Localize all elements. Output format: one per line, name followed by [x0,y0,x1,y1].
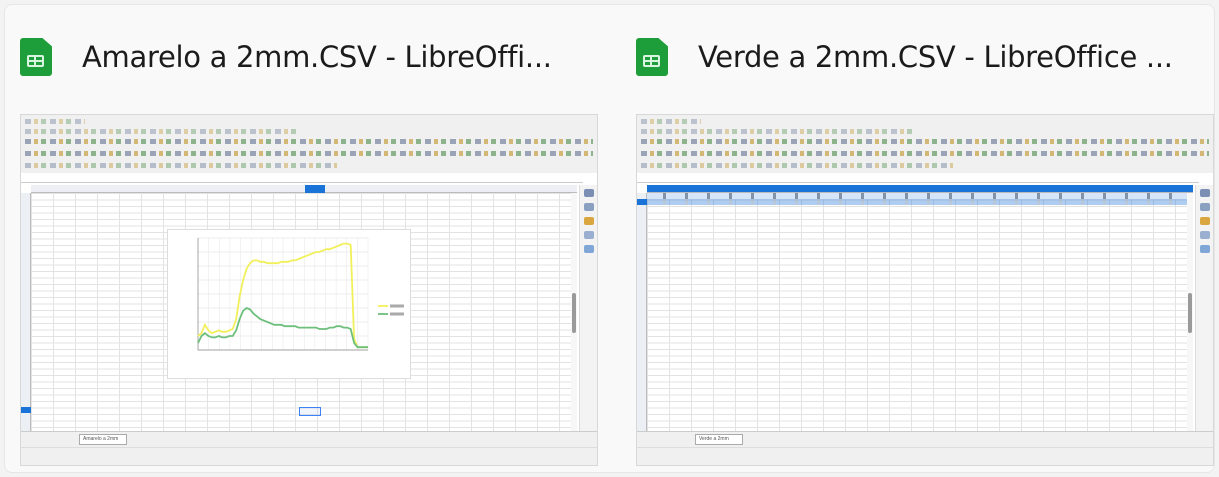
chart[interactable] [167,229,411,379]
sheet-tab-bar: Amarelo a 2mm [21,431,597,447]
sidebar-deck [1195,185,1213,431]
styles-icon[interactable] [584,203,594,211]
sheet-tab-bar: Verde a 2mm [637,431,1213,447]
calc-spreadsheet-icon [636,38,668,76]
data-row [647,199,1193,205]
properties-icon[interactable] [1200,189,1210,197]
row-header [637,193,647,431]
gallery-icon[interactable] [1200,217,1210,225]
status-bar [637,447,1213,465]
window-title: Amarelo a 2mm.CSV - LibreOffi... [82,40,552,74]
functions-icon[interactable] [584,245,594,253]
legend-text-1 [390,304,404,308]
column-header [31,185,577,193]
formula-bar [637,173,1199,183]
cell-grid[interactable] [647,193,1193,431]
window-thumbnail[interactable]: Amarelo a 2mm [20,114,598,466]
selected-column [305,185,325,193]
sheet-tab[interactable]: Amarelo a 2mm [79,434,127,445]
styles-icon[interactable] [1200,203,1210,211]
column-header-selected [647,185,1193,193]
window-header[interactable]: Verde a 2mm.CSV - LibreOffice ... [636,32,1216,82]
vertical-scrollbar[interactable] [1187,193,1193,431]
toolbar-area [21,115,597,173]
navigator-icon[interactable] [584,231,594,239]
window-preview-amarelo[interactable]: Amarelo a 2mm.CSV - LibreOffi... Amarelo… [6,10,606,470]
navigator-icon[interactable] [1200,231,1210,239]
line-chart-svg [197,237,404,351]
row-header [21,193,31,431]
active-row-marker [21,407,31,413]
window-thumbnail[interactable]: Verde a 2mm [636,114,1214,466]
calc-spreadsheet-icon [20,38,52,76]
vertical-scrollbar[interactable] [571,193,577,431]
selected-cell [299,407,321,416]
status-bar [21,447,597,465]
legend-text-2 [390,312,404,316]
sidebar-deck [579,185,597,431]
properties-icon[interactable] [584,189,594,197]
sheet-tab[interactable]: Verde a 2mm [695,434,743,445]
toolbar-area [637,115,1213,173]
window-preview-verde[interactable]: Verde a 2mm.CSV - LibreOffice ... Verde … [622,10,1219,470]
gallery-icon[interactable] [584,217,594,225]
window-title: Verde a 2mm.CSV - LibreOffice ... [698,40,1173,74]
window-header[interactable]: Amarelo a 2mm.CSV - LibreOffi... [20,32,600,82]
formula-bar [21,173,583,183]
active-row-marker [637,199,647,205]
functions-icon[interactable] [1200,245,1210,253]
